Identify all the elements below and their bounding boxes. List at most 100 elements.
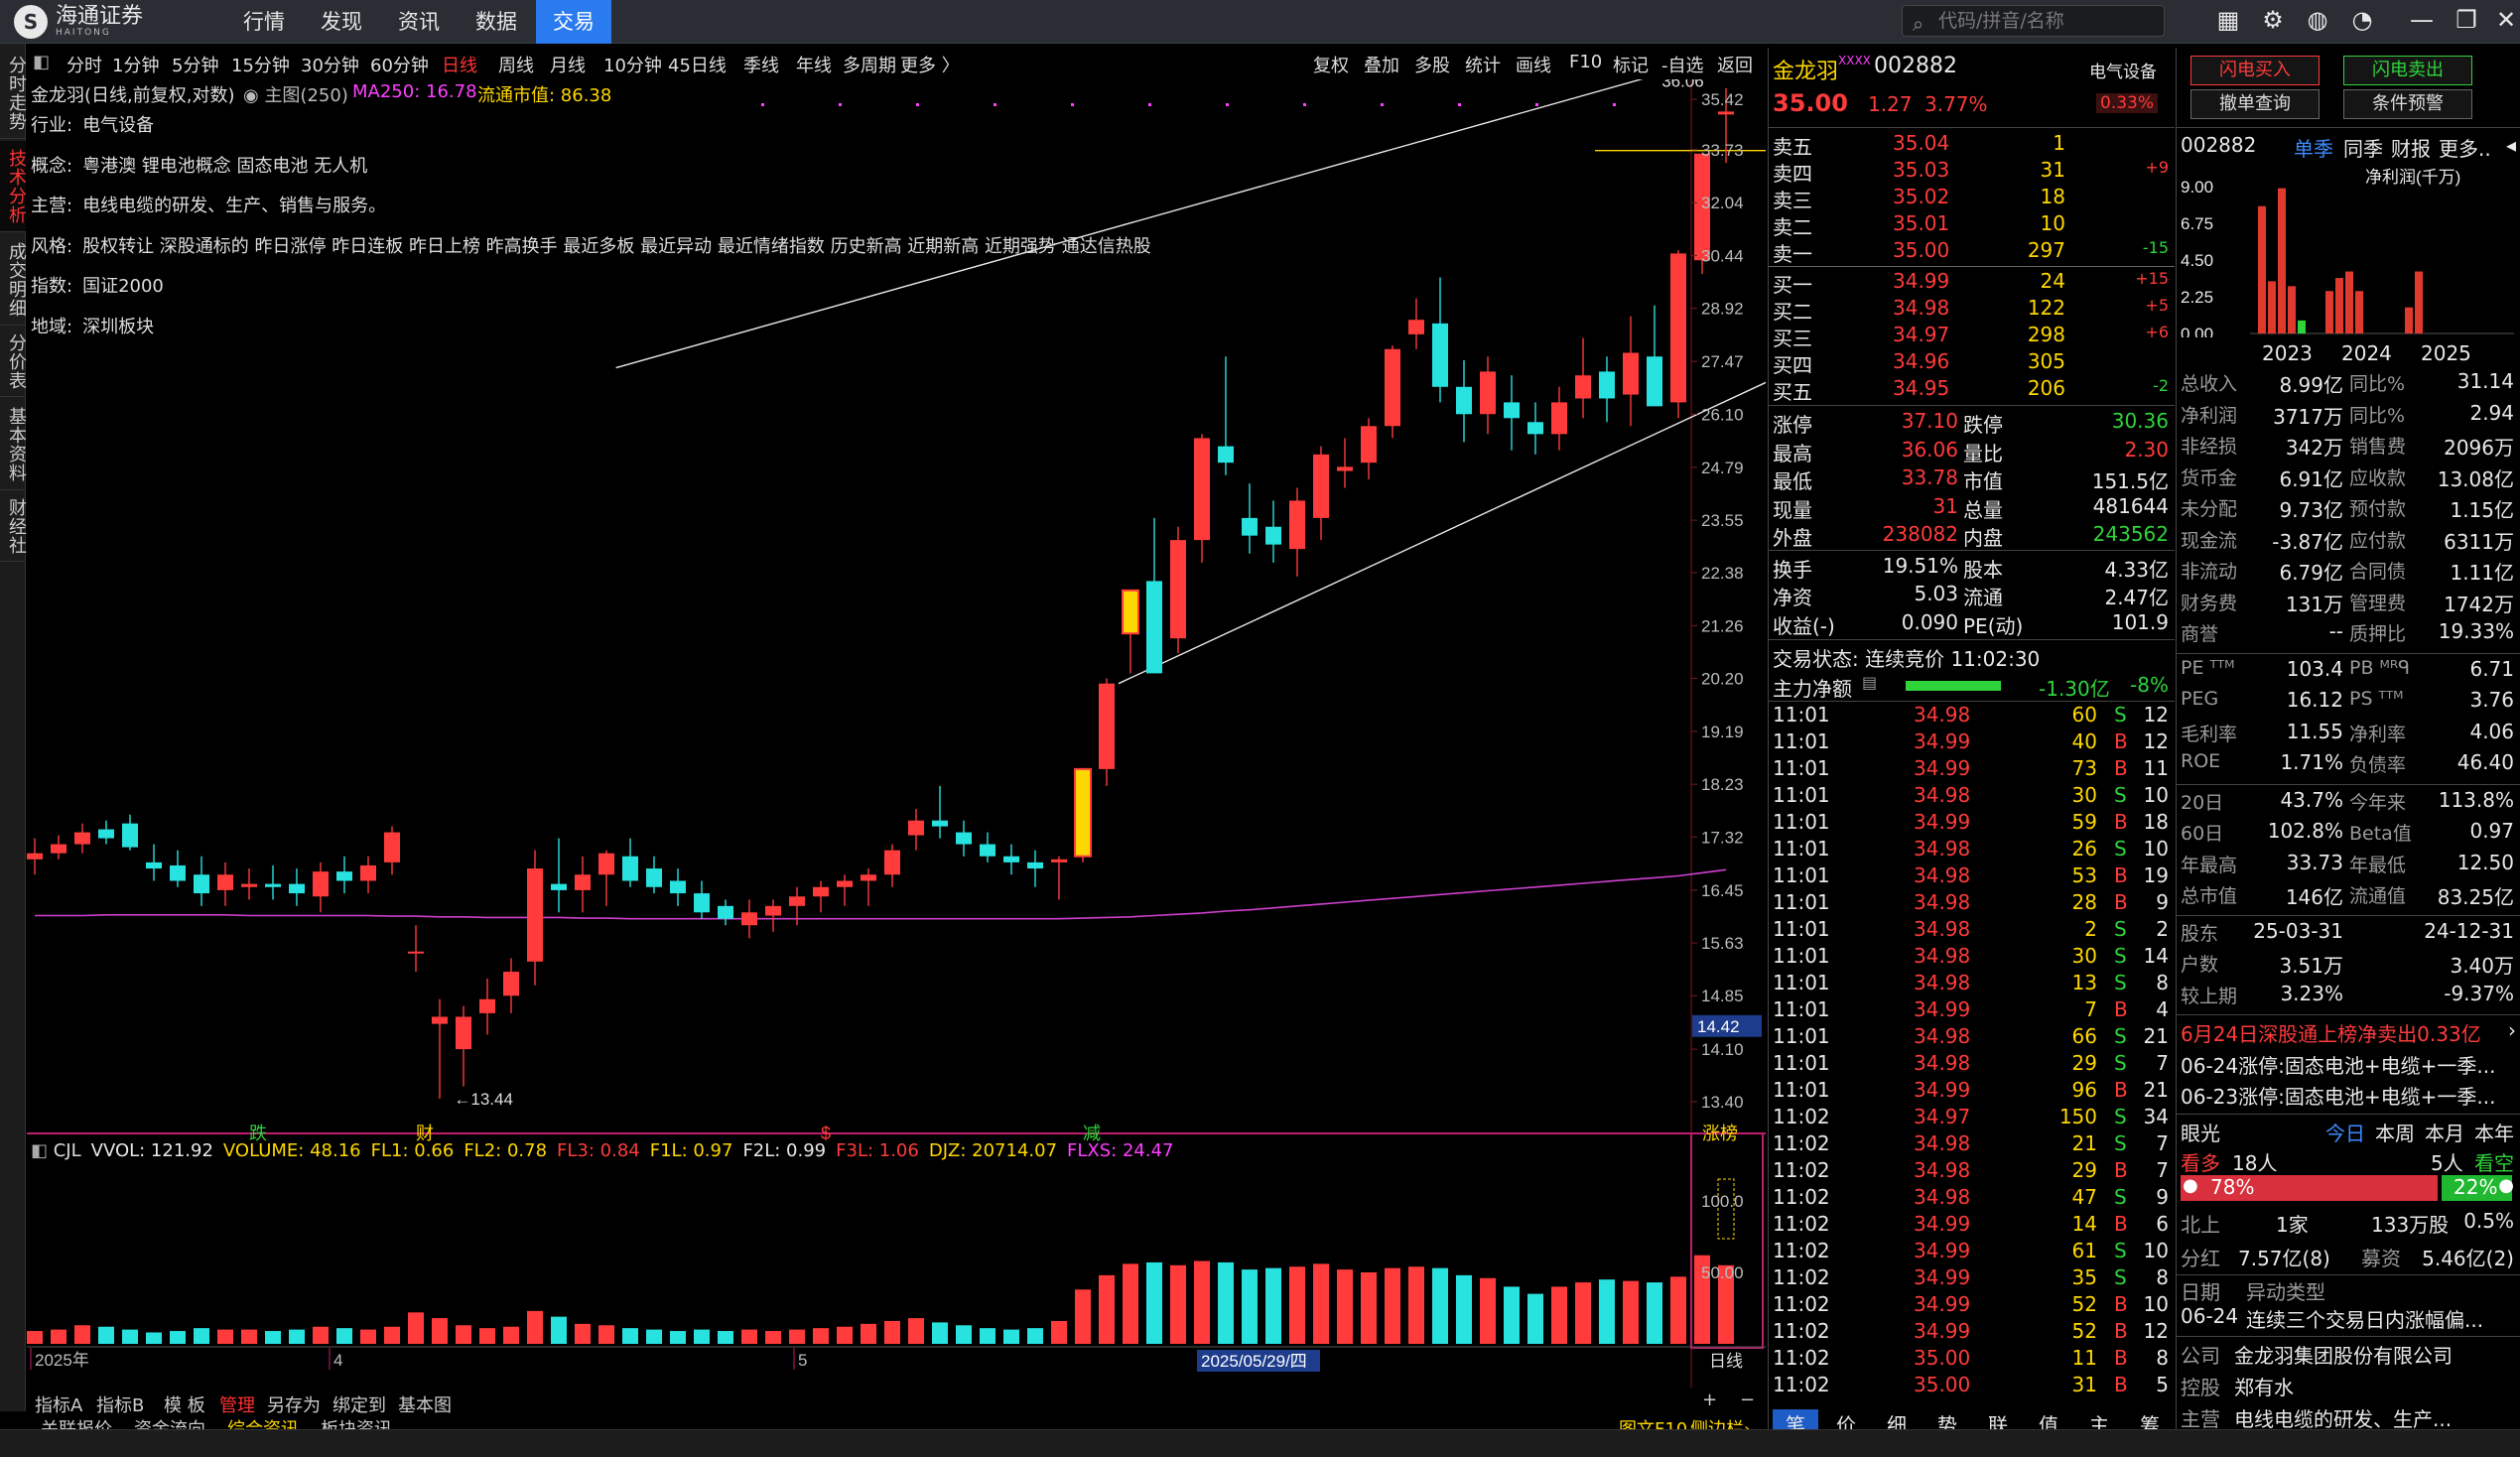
- period-tab-1[interactable]: 1分钟: [112, 52, 159, 77]
- indicator-tab-0[interactable]: 指标A: [35, 1391, 82, 1417]
- candle[interactable]: [1599, 356, 1615, 423]
- candle[interactable]: [479, 978, 495, 1035]
- candle[interactable]: [741, 899, 757, 939]
- main-net-row[interactable]: 主力净额 ▤ -1.30亿 -8%: [1769, 673, 2175, 701]
- candle[interactable]: [98, 820, 114, 845]
- volume-bar[interactable]: [1194, 1260, 1210, 1344]
- candle[interactable]: [27, 838, 43, 875]
- candle[interactable]: [1408, 298, 1424, 349]
- volume-bar[interactable]: [1551, 1286, 1567, 1344]
- volume-bar[interactable]: [1599, 1279, 1615, 1344]
- candle[interactable]: [765, 899, 781, 932]
- eye-tab-0[interactable]: 今日: [2325, 1118, 2365, 1146]
- volume-bar[interactable]: [1504, 1286, 1520, 1344]
- volume-bar[interactable]: [718, 1331, 733, 1344]
- indicator-tab-3[interactable]: 管理: [219, 1391, 255, 1417]
- thumb-down-icon[interactable]: ●: [2498, 1175, 2514, 1196]
- volume-bar[interactable]: [98, 1326, 114, 1344]
- ask-row[interactable]: 卖三 35.02 18: [1769, 185, 2175, 212]
- chat-icon[interactable]: ◔: [2347, 6, 2377, 34]
- volume-bar[interactable]: [1647, 1282, 1662, 1344]
- news-item[interactable]: 06-24涨停:固态电池+电缆+一季...: [2177, 1050, 2520, 1078]
- volume-bar[interactable]: [1527, 1293, 1543, 1344]
- candle[interactable]: [1647, 305, 1662, 407]
- candle[interactable]: [551, 838, 567, 913]
- candle[interactable]: [336, 856, 352, 894]
- volume-bar[interactable]: [1432, 1267, 1448, 1344]
- candle[interactable]: [503, 958, 519, 1013]
- period-tab-5[interactable]: 60分钟: [370, 52, 429, 77]
- candle[interactable]: [908, 808, 924, 851]
- volume-bar[interactable]: [813, 1328, 829, 1344]
- thumb-up-icon[interactable]: ●: [2183, 1175, 2198, 1196]
- candle[interactable]: [313, 861, 329, 913]
- tool-button-8[interactable]: 返回: [1717, 52, 1753, 77]
- channel-lower-line[interactable]: [1118, 368, 1766, 685]
- volume-bar[interactable]: [837, 1326, 853, 1344]
- candle[interactable]: [1099, 678, 1115, 786]
- volume-bar[interactable]: [1575, 1282, 1591, 1344]
- bid-row[interactable]: 买五 34.95 206 -2: [1769, 376, 2175, 404]
- news-item[interactable]: 06-23涨停:固态电池+电缆+一季...: [2177, 1081, 2520, 1109]
- side-tab-2[interactable]: 成交明细: [0, 234, 27, 326]
- candle[interactable]: [980, 832, 995, 862]
- period-tab-10[interactable]: 45日线: [668, 52, 727, 77]
- volume-bar[interactable]: [598, 1325, 614, 1344]
- candle[interactable]: [1051, 856, 1067, 900]
- volume-bar[interactable]: [289, 1329, 305, 1344]
- fin-tab-0[interactable]: 单季: [2294, 133, 2333, 162]
- volume-bar[interactable]: [1337, 1269, 1353, 1344]
- volume-bar[interactable]: [646, 1329, 662, 1344]
- tool-button-5[interactable]: F10: [1569, 52, 1602, 72]
- fin-tab-1[interactable]: 同季: [2343, 133, 2383, 162]
- volume-bar[interactable]: [456, 1325, 471, 1344]
- candle[interactable]: [1218, 356, 1234, 475]
- volume-bar[interactable]: [527, 1310, 543, 1344]
- event-row[interactable]: 06-24 连续三个交易日内涨幅偏...: [2177, 1304, 2520, 1332]
- candle[interactable]: [1146, 517, 1162, 674]
- bid-row[interactable]: 买四 34.96 305: [1769, 349, 2175, 377]
- volume-bar[interactable]: [1289, 1266, 1305, 1344]
- period-tab-8[interactable]: 月线: [550, 52, 586, 77]
- period-tab-7[interactable]: 周线: [498, 52, 534, 77]
- candle[interactable]: [1480, 356, 1496, 435]
- volume-bar[interactable]: [1265, 1267, 1281, 1344]
- candle[interactable]: [289, 868, 305, 906]
- candle[interactable]: [1242, 483, 1258, 554]
- indicator-tab-2[interactable]: 模 板: [164, 1391, 205, 1417]
- ask-row[interactable]: 卖五 35.04 1: [1769, 131, 2175, 159]
- volume-bar[interactable]: [1670, 1276, 1686, 1344]
- zoom-out-icon[interactable]: −: [1740, 1390, 1755, 1410]
- indicator-tab-5[interactable]: 绑定到: [332, 1391, 386, 1417]
- volume-bar[interactable]: [1242, 1269, 1258, 1344]
- volume-bar[interactable]: [884, 1320, 900, 1344]
- ask-row[interactable]: 卖一 35.00 297 -15: [1769, 238, 2175, 266]
- candle[interactable]: [360, 856, 376, 894]
- panel-toggle-icon[interactable]: ◧: [33, 52, 50, 72]
- volume-bar[interactable]: [265, 1331, 281, 1344]
- channel-upper-line[interactable]: [615, 79, 1750, 369]
- candle[interactable]: [598, 850, 614, 906]
- tool-button-7[interactable]: -自选: [1661, 52, 1704, 77]
- volume-bar[interactable]: [1456, 1274, 1472, 1344]
- volume-bar[interactable]: [503, 1326, 519, 1344]
- candle[interactable]: [1194, 434, 1210, 563]
- tool-button-2[interactable]: 多股: [1414, 52, 1450, 77]
- candle[interactable]: [1361, 418, 1377, 480]
- volume-bar[interactable]: [1218, 1261, 1234, 1344]
- candle[interactable]: [170, 850, 186, 887]
- eye-tab-2[interactable]: 本月: [2425, 1118, 2464, 1146]
- candle[interactable]: [1504, 375, 1520, 451]
- volume-bar[interactable]: [479, 1328, 495, 1344]
- period-tab-12[interactable]: 年线: [796, 52, 832, 77]
- volume-bar[interactable]: [1170, 1264, 1186, 1344]
- candle[interactable]: [884, 844, 900, 887]
- candle[interactable]: [1623, 316, 1639, 427]
- period-tab-9[interactable]: 10分钟: [603, 52, 662, 77]
- cancel-order-button[interactable]: 撤单查询: [2190, 89, 2320, 119]
- volume-bar[interactable]: [74, 1325, 90, 1344]
- tool-button-4[interactable]: 画线: [1516, 52, 1551, 77]
- candle[interactable]: [575, 856, 591, 913]
- kline-chart-pane[interactable]: 35.42 33.73 32.04 30.44 28.92 27.47 26.10 24.79…: [27, 79, 1766, 1432]
- tool-button-0[interactable]: 复权: [1313, 52, 1349, 77]
